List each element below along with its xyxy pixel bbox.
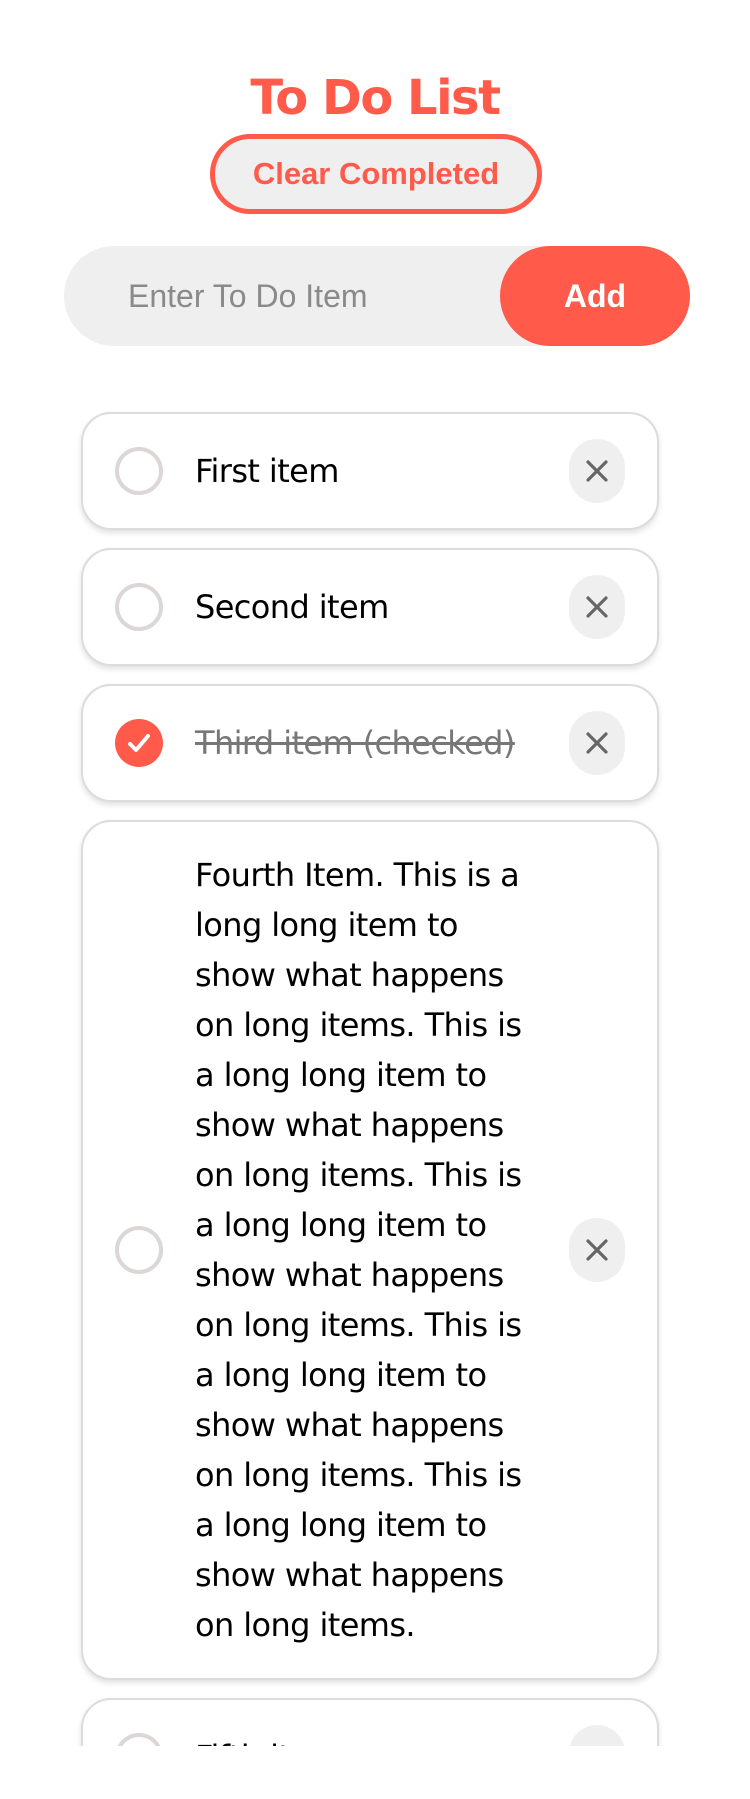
item-label: First item <box>195 452 339 490</box>
add-button[interactable]: Add <box>500 246 690 346</box>
item-label: Fourth Item. This is a long long item to… <box>195 856 522 1644</box>
todo-input[interactable] <box>64 246 494 346</box>
delete-button[interactable] <box>569 439 625 503</box>
delete-button[interactable] <box>569 711 625 775</box>
list-item: Fifth item <box>81 1698 659 1746</box>
delete-button[interactable] <box>569 1218 625 1282</box>
circle-checkbox-icon[interactable] <box>115 447 163 495</box>
close-icon <box>586 732 608 754</box>
todo-list: First item Second item Third item (check… <box>81 412 659 1746</box>
item-label: Fifth item <box>195 1732 535 1746</box>
close-icon <box>586 596 608 618</box>
item-label: Second item <box>195 588 389 626</box>
list-item: Third item (checked) <box>81 684 659 802</box>
list-item: Second item <box>81 548 659 666</box>
close-icon <box>586 1239 608 1261</box>
list-item: Fourth Item. This is a long long item to… <box>81 820 659 1680</box>
todo-app: To Do List Clear Completed Add First ite… <box>0 0 750 1799</box>
viewport: To Do List Clear Completed Add First ite… <box>0 0 750 1746</box>
circle-checkbox-icon[interactable] <box>115 583 163 631</box>
delete-button[interactable] <box>569 1725 625 1746</box>
page-title: To Do List <box>250 70 501 126</box>
delete-button[interactable] <box>569 575 625 639</box>
circle-checkbox-icon[interactable] <box>115 1733 163 1746</box>
checkmark-icon[interactable] <box>115 719 163 767</box>
add-item-form: Add <box>64 246 690 346</box>
list-item: First item <box>81 412 659 530</box>
item-label-completed: Third item (checked) <box>195 724 515 762</box>
circle-checkbox-icon[interactable] <box>115 1226 163 1274</box>
clear-completed-button[interactable]: Clear Completed <box>210 134 542 214</box>
close-icon <box>586 460 608 482</box>
